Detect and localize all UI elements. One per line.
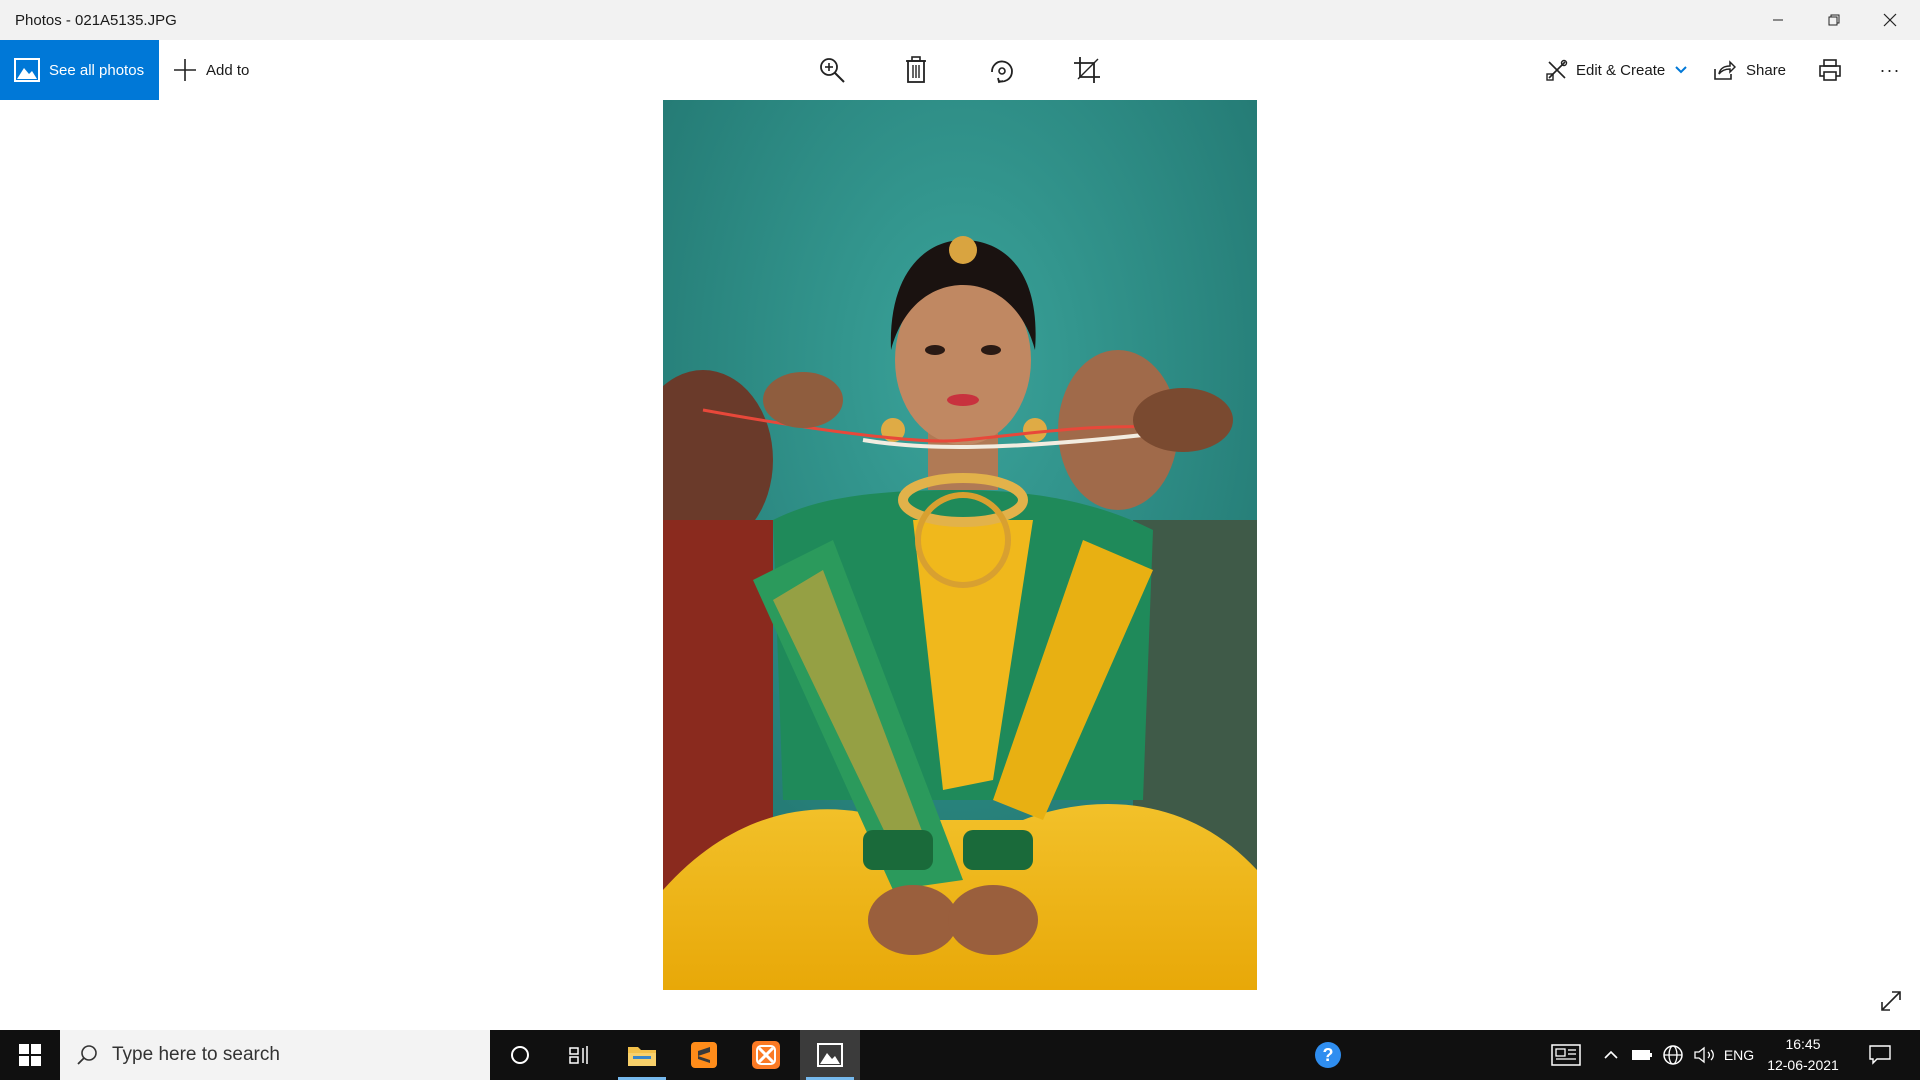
start-button[interactable] <box>0 1030 60 1080</box>
print-button[interactable] <box>1808 40 1852 100</box>
share-icon <box>1714 60 1736 80</box>
edit-create-button[interactable]: Edit & Create <box>1546 40 1688 100</box>
see-all-photos-button[interactable]: See all photos <box>0 40 159 100</box>
delete-button[interactable] <box>894 40 938 100</box>
help-tray-button[interactable]: ? <box>1298 1030 1358 1080</box>
task-view-button[interactable] <box>550 1030 610 1080</box>
add-to-label: Add to <box>206 61 250 79</box>
share-button[interactable]: Share <box>1714 40 1786 100</box>
folder-icon <box>628 1047 656 1066</box>
close-button[interactable] <box>1862 0 1918 40</box>
battery-button[interactable] <box>1628 1030 1656 1080</box>
photo-content <box>663 100 1257 990</box>
notification-icon <box>1869 1045 1891 1065</box>
task-view-icon <box>569 1046 588 1064</box>
chevron-up-icon <box>1604 1050 1618 1059</box>
windows-logo-icon <box>19 1044 41 1066</box>
news-icon <box>1551 1044 1581 1066</box>
language-indicator[interactable]: ENG <box>1720 1030 1758 1080</box>
news-button[interactable] <box>1536 1030 1596 1080</box>
plus-icon <box>174 59 196 81</box>
taskbar-app-file-explorer[interactable] <box>612 1030 672 1080</box>
toolbar: See all photos Add to Edit & Create Shar… <box>0 40 1920 100</box>
restore-button[interactable] <box>1806 0 1862 40</box>
cortana-icon <box>511 1046 529 1064</box>
xampp-icon <box>752 1041 780 1069</box>
close-icon <box>1883 13 1897 27</box>
more-options-button[interactable]: ··· <box>1868 40 1912 100</box>
expand-icon <box>1881 991 1901 1011</box>
window-title: Photos - 021A5135.JPG <box>15 12 177 29</box>
clock-time: 16:45 <box>1785 1036 1821 1052</box>
clock-date: 12-06-2021 <box>1767 1057 1839 1073</box>
share-label: Share <box>1746 61 1787 79</box>
minimize-icon <box>1773 19 1783 21</box>
speaker-icon <box>1694 1046 1714 1064</box>
photo-image <box>663 100 1257 990</box>
taskbar-app-sublime[interactable] <box>674 1030 734 1080</box>
edit-create-label: Edit & Create <box>1576 61 1666 79</box>
show-hidden-icons-button[interactable] <box>1598 1030 1624 1080</box>
search-icon <box>77 1045 97 1065</box>
sublime-text-icon <box>691 1042 717 1068</box>
taskbar: Type here to search ? ENG 16:45 12-06-20… <box>0 1030 1920 1080</box>
help-icon: ? <box>1315 1042 1341 1068</box>
crop-button[interactable] <box>1065 40 1109 100</box>
search-placeholder: Type here to search <box>112 1044 280 1065</box>
title-bar: Photos - 021A5135.JPG <box>0 0 1920 40</box>
volume-button[interactable] <box>1690 1030 1720 1080</box>
trash-icon <box>906 56 926 83</box>
svg-text:?: ? <box>1323 1045 1334 1065</box>
taskbar-search-box[interactable]: Type here to search <box>60 1030 490 1080</box>
see-all-photos-label: See all photos <box>49 61 145 79</box>
edit-create-icon <box>1546 59 1568 81</box>
zoom-button[interactable] <box>810 40 854 100</box>
add-to-button[interactable]: Add to <box>172 40 249 100</box>
printer-icon <box>1819 59 1841 81</box>
action-center-button[interactable] <box>1860 1030 1900 1080</box>
restore-icon <box>1828 14 1840 26</box>
gallery-icon <box>14 58 40 82</box>
rotate-button[interactable] <box>980 40 1024 100</box>
rotate-icon <box>991 60 1013 84</box>
globe-icon <box>1663 1045 1683 1065</box>
crop-icon <box>1074 57 1100 83</box>
battery-icon <box>1632 1050 1652 1060</box>
taskbar-app-xampp[interactable] <box>736 1030 796 1080</box>
cortana-button[interactable] <box>490 1030 550 1080</box>
photos-app-icon <box>817 1043 843 1067</box>
chevron-down-icon <box>1675 66 1687 74</box>
minimize-button[interactable] <box>1750 0 1806 40</box>
network-button[interactable] <box>1658 1030 1688 1080</box>
taskbar-app-photos[interactable] <box>800 1030 860 1080</box>
zoom-in-icon <box>820 58 845 83</box>
clock[interactable]: 16:45 12-06-2021 <box>1760 1030 1846 1080</box>
fullscreen-button[interactable] <box>1874 984 1908 1018</box>
